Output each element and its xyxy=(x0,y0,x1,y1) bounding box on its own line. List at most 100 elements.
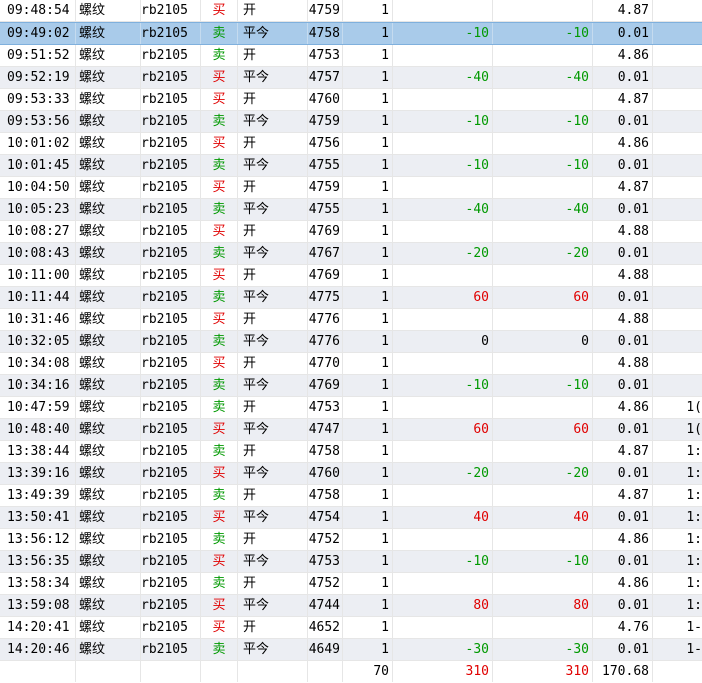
open-close-flag: 平今 xyxy=(238,639,308,660)
close-profit: -10 xyxy=(393,111,493,132)
trade-price: 4770 xyxy=(308,353,343,374)
open-close-flag: 平今 xyxy=(238,551,308,572)
table-row[interactable]: 13:58:34 螺纹 rb2105 卖开 4752 1 4.86 1: xyxy=(0,573,702,595)
table-row[interactable]: 13:49:39 螺纹 rb2105 卖开 4758 1 4.87 1: xyxy=(0,485,702,507)
trade-quantity: 1 xyxy=(343,67,393,88)
trade-time: 13:38:44 xyxy=(0,441,76,462)
table-row[interactable]: 09:53:56 螺纹 rb2105 卖平今 4759 1 -10 -10 0.01 xyxy=(0,111,702,133)
table-row[interactable]: 13:56:12 螺纹 rb2105 卖开 4752 1 4.86 1: xyxy=(0,529,702,551)
close-profit: -40 xyxy=(393,199,493,220)
close-profit-2 xyxy=(493,177,593,198)
open-close-flag: 平今 xyxy=(238,331,308,352)
table-row[interactable]: 10:11:44 螺纹 rb2105 卖平今 4775 1 60 60 0.01 xyxy=(0,287,702,309)
trade-price: 4755 xyxy=(308,155,343,176)
trade-direction: 买 xyxy=(201,551,238,572)
table-row[interactable]: 09:49:02 螺纹 rb2105 卖平今 4758 1 -10 -10 0.01 xyxy=(0,22,702,45)
trade-quantity: 1 xyxy=(343,529,393,550)
trade-time: 10:11:44 xyxy=(0,287,76,308)
table-row[interactable]: 13:59:08 螺纹 rb2105 买平今 4744 1 80 80 0.01 1: xyxy=(0,595,702,617)
table-row[interactable]: 10:01:02 螺纹 rb2105 买开 4756 1 4.86 xyxy=(0,133,702,155)
table-row[interactable]: 10:48:40 螺纹 rb2105 买平今 4747 1 60 60 0.01 1( xyxy=(0,419,702,441)
instrument-code: rb2105 xyxy=(141,331,201,352)
trade-direction: 卖 xyxy=(201,639,238,660)
open-close-flag: 开 xyxy=(238,353,308,374)
instrument-code: rb2105 xyxy=(141,177,201,198)
instrument-name: 螺纹 xyxy=(76,485,141,506)
trade-quantity: 1 xyxy=(343,45,393,66)
close-profit-2: 40 xyxy=(493,507,593,528)
last-column-value xyxy=(653,243,702,264)
instrument-name: 螺纹 xyxy=(76,309,141,330)
last-column-value: 1- xyxy=(686,642,702,657)
instrument-name: 螺纹 xyxy=(76,441,141,462)
trade-direction: 买 xyxy=(201,419,238,440)
table-row[interactable]: 09:48:54 螺纹 rb2105 买开 4759 1 4.87 xyxy=(0,0,702,22)
trade-direction: 卖 xyxy=(201,243,238,264)
trade-direction: 买 xyxy=(201,221,238,242)
trade-quantity: 1 xyxy=(343,243,393,264)
table-row[interactable]: 10:31:46 螺纹 rb2105 买开 4776 1 4.88 xyxy=(0,309,702,331)
trade-direction: 卖 xyxy=(201,397,238,418)
open-close-flag: 开 xyxy=(238,397,308,418)
table-row[interactable]: 10:34:16 螺纹 rb2105 卖平今 4769 1 -10 -10 0.01 xyxy=(0,375,702,397)
table-row[interactable]: 10:05:23 螺纹 rb2105 卖平今 4755 1 -40 -40 0.01 xyxy=(0,199,702,221)
close-profit xyxy=(393,529,493,550)
close-profit xyxy=(393,265,493,286)
instrument-name: 螺纹 xyxy=(76,595,141,616)
close-profit-2: 0 xyxy=(493,331,593,352)
trade-direction: 买 xyxy=(201,0,238,21)
table-row[interactable]: 09:53:33 螺纹 rb2105 买开 4760 1 4.87 xyxy=(0,89,702,111)
trade-quantity: 1 xyxy=(343,287,393,308)
close-profit-2: 60 xyxy=(493,287,593,308)
close-profit: -10 xyxy=(393,551,493,572)
trade-fee: 0.01 xyxy=(593,463,653,484)
trade-price: 4769 xyxy=(308,221,343,242)
table-row[interactable]: 13:39:16 螺纹 rb2105 买平今 4760 1 -20 -20 0.01 1: xyxy=(0,463,702,485)
totals-row: 70 310 310 170.68 xyxy=(0,661,702,683)
table-row[interactable]: 13:50:41 螺纹 rb2105 买平今 4754 1 40 40 0.01 1: xyxy=(0,507,702,529)
close-profit xyxy=(393,221,493,242)
close-profit xyxy=(393,309,493,330)
trade-price: 4753 xyxy=(308,45,343,66)
instrument-code: rb2105 xyxy=(141,265,201,286)
instrument-name: 螺纹 xyxy=(76,397,141,418)
trade-fee: 0.01 xyxy=(593,111,653,132)
trade-direction: 买 xyxy=(201,595,238,616)
last-column-value xyxy=(653,331,702,352)
table-row[interactable]: 10:47:59 螺纹 rb2105 卖开 4753 1 4.86 1( xyxy=(0,397,702,419)
table-row[interactable]: 13:56:35 螺纹 rb2105 买平今 4753 1 -10 -10 0.01 1: xyxy=(0,551,702,573)
open-close-flag: 开 xyxy=(238,177,308,198)
table-row[interactable]: 09:52:19 螺纹 rb2105 买平今 4757 1 -40 -40 0.01 xyxy=(0,67,702,89)
instrument-name: 螺纹 xyxy=(76,89,141,110)
table-row[interactable]: 14:20:46 螺纹 rb2105 卖平今 4649 1 -30 -30 0.01 1- xyxy=(0,639,702,661)
last-column-value: 1: xyxy=(686,488,702,503)
table-row[interactable]: 10:32:05 螺纹 rb2105 卖平今 4776 1 0 0 0.01 xyxy=(0,331,702,353)
table-row[interactable]: 10:11:00 螺纹 rb2105 买开 4769 1 4.88 xyxy=(0,265,702,287)
close-profit: 60 xyxy=(393,419,493,440)
trade-price: 4759 xyxy=(308,111,343,132)
table-row[interactable]: 10:08:43 螺纹 rb2105 卖平今 4767 1 -20 -20 0.01 xyxy=(0,243,702,265)
table-row[interactable]: 10:08:27 螺纹 rb2105 买开 4769 1 4.88 xyxy=(0,221,702,243)
close-profit-2 xyxy=(493,89,593,110)
instrument-name: 螺纹 xyxy=(76,507,141,528)
table-row[interactable]: 14:20:41 螺纹 rb2105 买开 4652 1 4.76 1- xyxy=(0,617,702,639)
trade-fee: 4.88 xyxy=(593,353,653,374)
trade-direction: 买 xyxy=(201,353,238,374)
table-row[interactable]: 10:34:08 螺纹 rb2105 买开 4770 1 4.88 xyxy=(0,353,702,375)
open-close-flag: 开 xyxy=(238,221,308,242)
table-row[interactable]: 13:38:44 螺纹 rb2105 卖开 4758 1 4.87 1: xyxy=(0,441,702,463)
table-row[interactable]: 09:51:52 螺纹 rb2105 卖开 4753 1 4.86 xyxy=(0,45,702,67)
table-row[interactable]: 10:04:50 螺纹 rb2105 买开 4759 1 4.87 xyxy=(0,177,702,199)
trade-direction: 买 xyxy=(201,265,238,286)
close-profit: -20 xyxy=(393,463,493,484)
close-profit-2: -10 xyxy=(493,551,593,572)
trade-time: 13:56:12 xyxy=(0,529,76,550)
instrument-code: rb2105 xyxy=(141,111,201,132)
trade-fee: 4.87 xyxy=(593,0,653,21)
close-profit-2: -10 xyxy=(493,375,593,396)
instrument-name: 螺纹 xyxy=(76,331,141,352)
table-row[interactable]: 10:01:45 螺纹 rb2105 卖平今 4755 1 -10 -10 0.01 xyxy=(0,155,702,177)
last-column-value: 1: xyxy=(686,510,702,525)
trade-price: 4752 xyxy=(308,573,343,594)
trade-time: 14:20:46 xyxy=(0,639,76,660)
